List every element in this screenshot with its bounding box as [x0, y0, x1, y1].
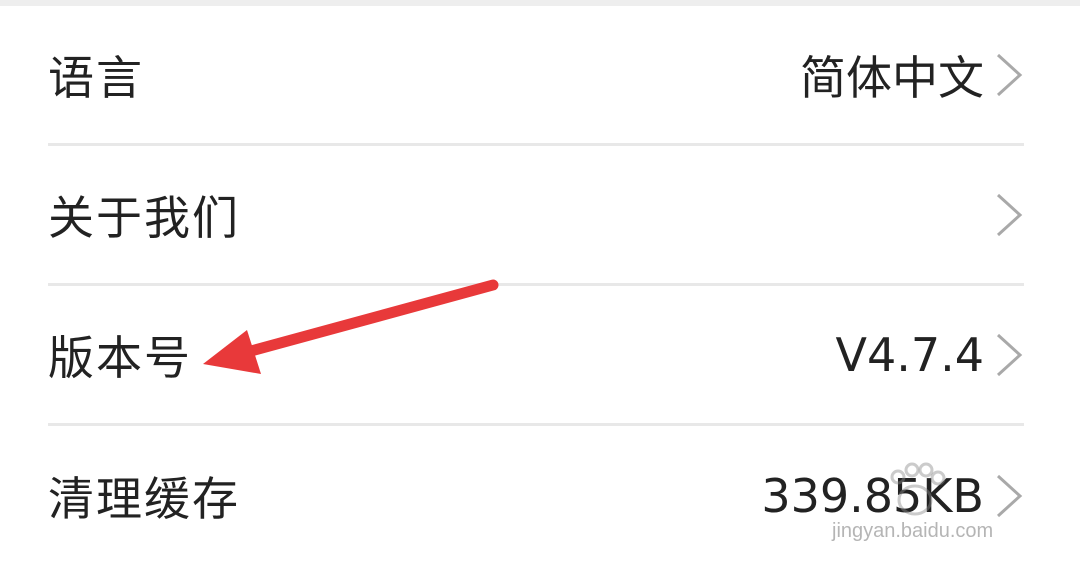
settings-row-right: 339.85KB	[761, 469, 1024, 523]
settings-row-label: 关于我们	[48, 190, 240, 245]
chevron-right-icon	[994, 191, 1024, 239]
settings-row-about[interactable]: 关于我们	[48, 146, 1024, 286]
settings-row-version[interactable]: 版本号 V4.7.4	[48, 286, 1024, 426]
settings-list: 语言 简体中文 关于我们 版本号 V4.7.4 清理缓存 339.85KB	[48, 6, 1024, 566]
chevron-right-icon	[994, 472, 1024, 520]
settings-row-label: 版本号	[48, 330, 192, 385]
settings-row-value: 339.85KB	[761, 469, 984, 523]
settings-row-value: V4.7.4	[835, 327, 984, 382]
settings-row-right	[984, 191, 1024, 239]
settings-row-label: 清理缓存	[48, 472, 240, 526]
settings-row-language[interactable]: 语言 简体中文	[48, 6, 1024, 146]
settings-row-right: V4.7.4	[835, 328, 1024, 382]
chevron-right-icon	[994, 51, 1024, 99]
chevron-right-icon	[994, 331, 1024, 379]
settings-screen: 语言 简体中文 关于我们 版本号 V4.7.4 清理缓存 339.85KB ji…	[0, 0, 1080, 569]
settings-row-clear-cache[interactable]: 清理缓存 339.85KB	[48, 426, 1024, 566]
settings-row-label: 语言	[48, 50, 144, 105]
settings-row-value: 简体中文	[800, 50, 984, 105]
settings-row-right: 简体中文	[800, 42, 1024, 108]
